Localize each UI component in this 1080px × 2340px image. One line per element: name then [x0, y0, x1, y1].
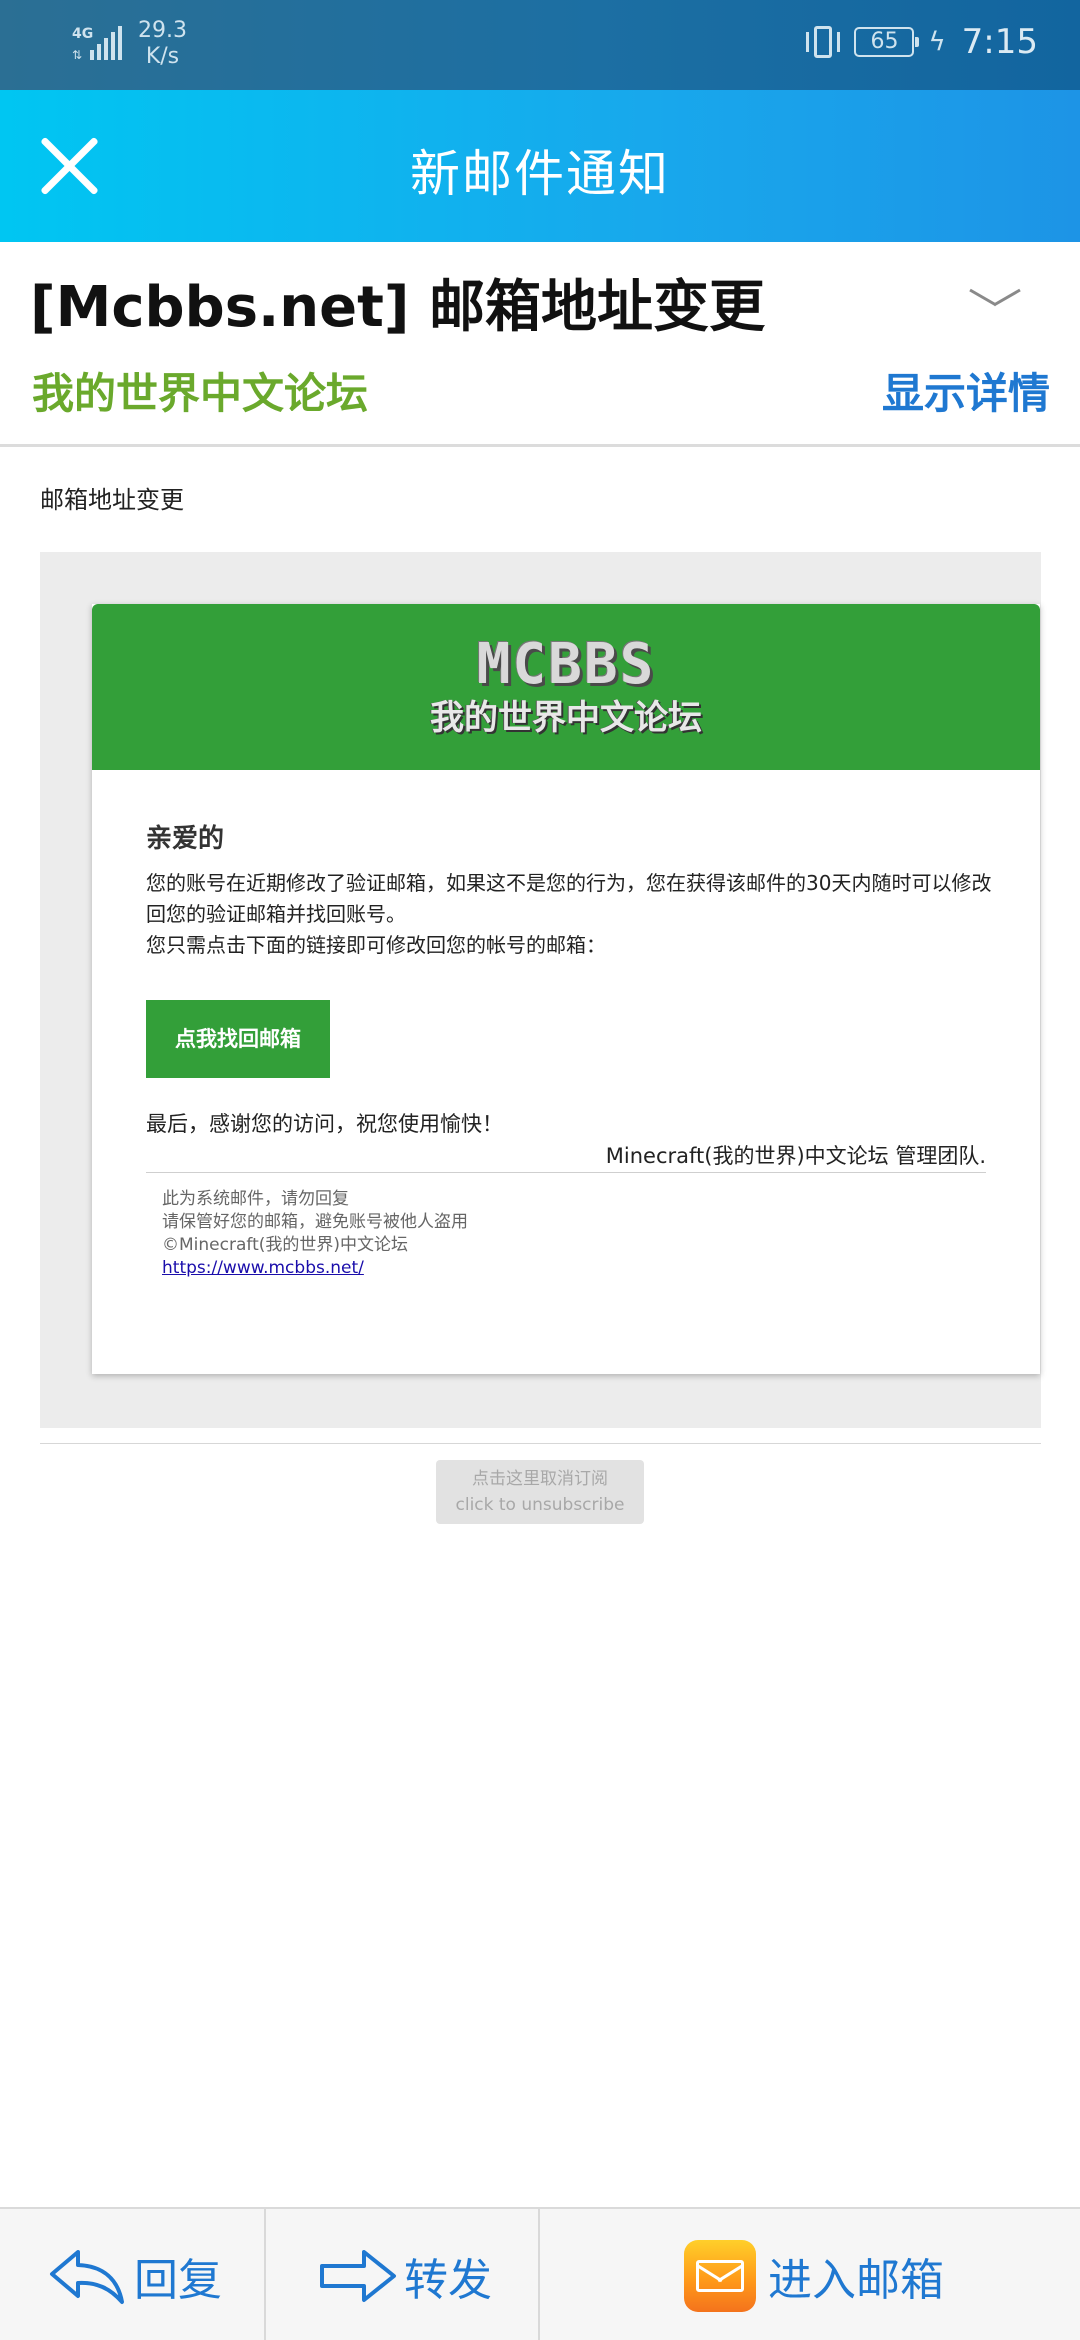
status-bar: 4G ⇅ 29.3 K/s 65 ϟ 7:15	[0, 0, 1080, 90]
page-title: 新邮件通知	[410, 145, 670, 203]
open-mailbox-button[interactable]: 进入邮箱	[684, 2209, 944, 2340]
unsubscribe-button[interactable]: 点击这里取消订阅 click to unsubscribe	[436, 1460, 644, 1524]
signal-icon: 4G ⇅	[72, 18, 124, 62]
paragraph-line-2: 您只需点击下面的链接即可修改回您的帐号的邮箱：	[146, 933, 606, 957]
bottom-toolbar: 回复 转发 进入邮箱	[0, 2207, 1080, 2340]
email-banner: MCBBS 我的世界中文论坛	[92, 604, 1040, 770]
network-speed: 29.3 K/s	[138, 18, 187, 70]
data-arrows-icon: ⇅	[72, 48, 82, 62]
footnote-line-1: 此为系统邮件，请勿回复	[162, 1189, 349, 1209]
closing-text: 最后，感谢您的访问，祝您使用愉快！	[146, 1112, 503, 1136]
forward-label: 转发	[404, 2254, 492, 2306]
forward-icon	[320, 2249, 396, 2302]
reply-icon	[50, 2249, 124, 2304]
speed-unit: K/s	[145, 44, 180, 69]
mail-subject: [Mcbbs.net] 邮箱地址变更	[30, 275, 765, 340]
app-bar: 新邮件通知	[0, 90, 1080, 242]
greeting: 亲爱的	[146, 824, 225, 854]
vibrate-icon	[804, 22, 842, 62]
unsubscribe-label-cn: 点击这里取消订阅	[472, 1469, 608, 1489]
mail-icon	[684, 2239, 756, 2312]
email-paragraph: 您的账号在近期修改了验证邮箱，如果这不是您的行为，您在获得该邮件的30天内随时可…	[146, 868, 998, 961]
logo-title: MCBBS	[476, 632, 656, 697]
clock: 7:15	[961, 22, 1038, 62]
open-mailbox-label: 进入邮箱	[768, 2254, 944, 2306]
header-divider	[0, 444, 1080, 447]
status-left: 4G ⇅ 29.3 K/s	[72, 18, 187, 70]
forward-button[interactable]: 转发	[318, 2209, 492, 2340]
email-card: MCBBS 我的世界中文论坛 亲爱的 您的账号在近期修改了验证邮箱，如果这不是您…	[92, 604, 1040, 1374]
footnote-line-3: ©Minecraft(我的世界)中文论坛	[162, 1235, 408, 1255]
mail-sender: 我的世界中文论坛	[32, 369, 369, 418]
battery-icon: 65	[854, 27, 920, 57]
chevron-down-icon[interactable]	[968, 278, 1018, 318]
footnote-line-2: 请保管好您的邮箱，避免账号被他人盗用	[162, 1212, 468, 1232]
reply-label: 回复	[134, 2254, 222, 2306]
unsubscribe-label-en: click to unsubscribe	[455, 1495, 625, 1515]
toolbar-separator	[264, 2209, 266, 2340]
content-divider	[40, 1443, 1041, 1444]
speed-value: 29.3	[138, 18, 187, 43]
site-link[interactable]: https://www.mcbbs.net/	[162, 1258, 364, 1278]
charging-icon: ϟ	[928, 27, 946, 57]
mcbbs-logo: MCBBS 我的世界中文论坛	[420, 632, 712, 738]
reply-button[interactable]: 回复	[48, 2209, 222, 2340]
email-footnote: 此为系统邮件，请勿回复 请保管好您的邮箱，避免账号被他人盗用 ©Minecraf…	[162, 1188, 468, 1280]
team-signature: Minecraft(我的世界)中文论坛 管理团队.	[605, 1144, 986, 1168]
paragraph-line-1: 您的账号在近期修改了验证邮箱，如果这不是您的行为，您在获得该邮件的30天内随时可…	[146, 871, 992, 926]
status-right: 65 ϟ 7:15	[804, 22, 1038, 62]
logo-subtitle: 我的世界中文论坛	[430, 698, 702, 738]
mail-intro-text: 邮箱地址变更	[40, 486, 184, 514]
card-divider	[146, 1172, 986, 1173]
recover-email-button[interactable]: 点我找回邮箱	[146, 1000, 330, 1078]
show-details-link[interactable]: 显示详情	[882, 360, 1050, 421]
toolbar-separator	[538, 2209, 540, 2340]
